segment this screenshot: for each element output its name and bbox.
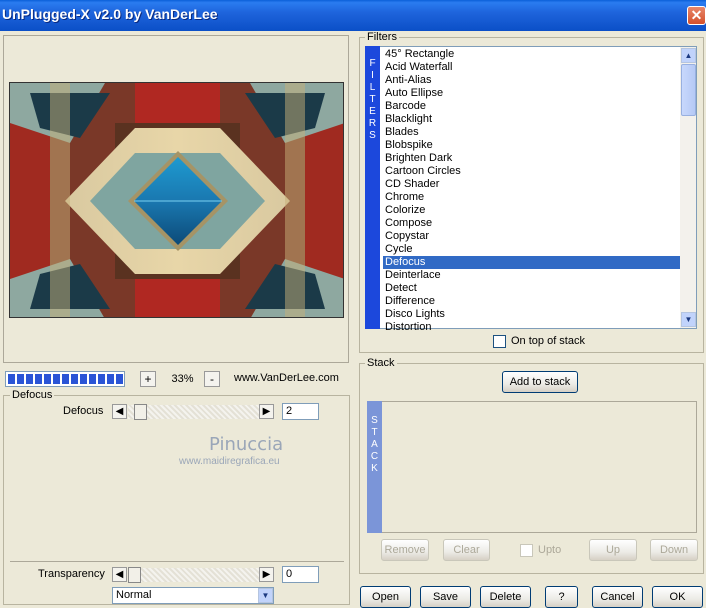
scroll-up-arrow-icon[interactable]: ▲: [681, 48, 696, 63]
defocus-value-field[interactable]: 2: [282, 403, 319, 420]
progress-segment: [89, 374, 96, 384]
filters-side-letter: S: [369, 130, 376, 141]
stack-group-label: Stack: [365, 357, 397, 369]
defocus-increase-button[interactable]: ▶: [259, 404, 274, 419]
zoom-in-button[interactable]: +: [140, 371, 156, 387]
filter-list-item[interactable]: Cartoon Circles: [383, 165, 680, 178]
transparency-slider-thumb[interactable]: [128, 567, 141, 583]
on-top-of-stack-checkbox[interactable]: [493, 335, 506, 348]
stack-side-letter: S: [371, 415, 378, 426]
filter-list-item[interactable]: Blobspike: [383, 139, 680, 152]
blend-mode-select[interactable]: Normal: [112, 587, 274, 604]
filter-list-item[interactable]: Deinterlace: [383, 269, 680, 282]
website-link[interactable]: www.VanDerLee.com: [234, 372, 339, 384]
filter-list-item[interactable]: Disco Lights: [383, 308, 680, 321]
preview-image[interactable]: [9, 82, 344, 318]
filter-list-item[interactable]: Barcode: [383, 100, 680, 113]
transparency-decrease-button[interactable]: ◀: [112, 567, 127, 582]
preview-artwork: [10, 83, 343, 317]
filter-list-item[interactable]: Defocus: [383, 256, 680, 269]
progress-segment: [62, 374, 69, 384]
transparency-value-field[interactable]: 0: [282, 566, 319, 583]
transparency-increase-button[interactable]: ▶: [259, 567, 274, 582]
defocus-group-label: Defocus: [10, 389, 55, 401]
filter-list-item[interactable]: Auto Ellipse: [383, 87, 680, 100]
filter-list-item[interactable]: Acid Waterfall: [383, 61, 680, 74]
stack-side-banner: STACK: [367, 401, 382, 533]
filter-list-item[interactable]: 45° Rectangle: [383, 48, 680, 61]
add-to-stack-button[interactable]: Add to stack: [502, 371, 578, 393]
defocus-param-label: Defocus: [63, 405, 104, 417]
filters-group-label: Filters: [365, 31, 399, 43]
filters-side-letter: L: [369, 82, 376, 93]
watermark-url: www.maidiregrafica.eu: [179, 456, 280, 467]
progress-segment: [80, 374, 87, 384]
filters-side-letter: R: [368, 118, 377, 129]
filter-list-item[interactable]: Blacklight: [383, 113, 680, 126]
filter-list-item[interactable]: Anti-Alias: [383, 74, 680, 87]
filter-list-item[interactable]: Blades: [383, 126, 680, 139]
progress-segment: [35, 374, 42, 384]
progress-segment: [107, 374, 114, 384]
filter-list-item[interactable]: Chrome: [383, 191, 680, 204]
down-button[interactable]: Down: [650, 539, 698, 561]
progress-segment: [71, 374, 78, 384]
stack-list[interactable]: [367, 401, 697, 533]
stack-side-letter: A: [371, 439, 378, 450]
progress-segment: [44, 374, 51, 384]
upto-checkbox[interactable]: [520, 544, 533, 557]
progress-bar: [5, 371, 125, 387]
zoom-out-button[interactable]: -: [204, 371, 220, 387]
progress-segment: [17, 374, 24, 384]
scroll-down-arrow-icon[interactable]: ▼: [681, 312, 696, 327]
window-title: UnPlugged-X v2.0 by VanDerLee: [2, 6, 218, 22]
progress-segment: [26, 374, 33, 384]
progress-segment: [8, 374, 15, 384]
filter-list-item[interactable]: Colorize: [383, 204, 680, 217]
clear-button[interactable]: Clear: [443, 539, 490, 561]
filters-side-letter: E: [369, 106, 376, 117]
progress-segment: [116, 374, 123, 384]
blend-mode-value: Normal: [116, 589, 152, 601]
progress-segment: [98, 374, 105, 384]
filter-list-item[interactable]: Copystar: [383, 230, 680, 243]
progress-segment: [53, 374, 60, 384]
on-top-of-stack-label: On top of stack: [511, 335, 585, 347]
defocus-decrease-button[interactable]: ◀: [112, 404, 127, 419]
filters-side-letter: F: [369, 58, 376, 69]
scroll-thumb[interactable]: [681, 64, 696, 116]
upto-label: Upto: [538, 544, 562, 556]
filter-list-item[interactable]: CD Shader: [383, 178, 680, 191]
transparency-label: Transparency: [38, 568, 105, 580]
filter-list-item[interactable]: Cycle: [383, 243, 680, 256]
defocus-slider-track[interactable]: [128, 405, 259, 419]
zoom-level: 33%: [171, 373, 194, 385]
filter-list-item[interactable]: Compose: [383, 217, 680, 230]
filter-list-item[interactable]: Brighten Dark: [383, 152, 680, 165]
chevron-down-icon[interactable]: ▼: [258, 588, 273, 603]
stack-side-letter: K: [371, 463, 378, 474]
remove-button[interactable]: Remove: [381, 539, 429, 561]
stack-side-letter: C: [370, 451, 379, 462]
up-button[interactable]: Up: [589, 539, 637, 561]
filter-list-item[interactable]: Distortion: [383, 321, 680, 334]
filter-list-item[interactable]: Difference: [383, 295, 680, 308]
watermark-name: Pinuccia: [209, 434, 284, 455]
divider: [10, 561, 344, 562]
filters-side-letter: I: [371, 70, 374, 81]
defocus-slider-thumb[interactable]: [134, 404, 147, 420]
transparency-slider-track[interactable]: [128, 568, 259, 582]
filters-side-letter: T: [369, 94, 376, 105]
filters-side-banner: FILTERS: [365, 46, 380, 329]
close-button[interactable]: ✕: [687, 6, 706, 25]
stack-side-letter: T: [371, 427, 378, 438]
filter-list-item[interactable]: Detect: [383, 282, 680, 295]
